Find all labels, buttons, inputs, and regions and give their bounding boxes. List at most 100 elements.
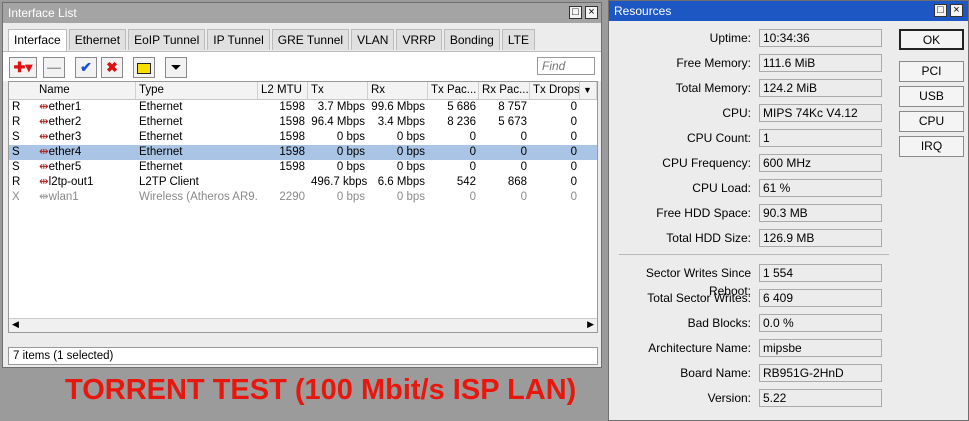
cell-txp: 0 xyxy=(469,161,476,173)
cell-flag: S xyxy=(12,161,20,173)
usb-button[interactable]: USB xyxy=(899,86,964,107)
table-row[interactable]: S ⇹ether5 Ethernet 1598 0 bps 0 bps 0 0 0 xyxy=(9,160,597,175)
cell-tx: 0 bps xyxy=(336,146,365,158)
cell-mtu: 1598 xyxy=(279,101,305,113)
cell-txp: 542 xyxy=(456,176,476,188)
resource-label: Free Memory: xyxy=(676,56,751,70)
cross-icon: ✖ xyxy=(106,59,118,75)
col-rx-packets[interactable]: Rx Pac... xyxy=(479,82,530,99)
tab-ethernet[interactable]: Ethernet xyxy=(68,29,127,50)
resource-label: Total Sector Writes: xyxy=(647,291,751,305)
interface-list-titlebar[interactable]: Interface List xyxy=(3,3,601,23)
interface-name: ether3 xyxy=(48,131,82,143)
tab-lte[interactable]: LTE xyxy=(501,29,535,50)
cell-txd: 0 xyxy=(570,161,577,173)
disable-button[interactable]: ✖ xyxy=(101,57,123,78)
comment-button[interactable] xyxy=(133,57,155,78)
cell-txp: 0 xyxy=(469,146,476,158)
column-menu-icon[interactable]: ▼ xyxy=(580,82,597,99)
tab-vlan[interactable]: VLAN xyxy=(351,29,395,50)
filter-button[interactable]: ⏷ xyxy=(165,57,187,78)
interface-name: ether2 xyxy=(48,116,82,128)
close-icon[interactable]: × xyxy=(585,6,598,19)
cell-mtu: 1598 xyxy=(279,116,305,128)
horizontal-scrollbar[interactable]: ◀ ▶ xyxy=(9,318,597,332)
tab-vrrp[interactable]: VRRP xyxy=(396,29,442,50)
col-l2mtu[interactable]: L2 MTU xyxy=(258,82,308,99)
col-tx-packets[interactable]: Tx Pac... xyxy=(428,82,479,99)
toolbar: ✚▾ — ✔ ✖ ⏷ xyxy=(3,51,601,81)
cell-txp: 0 xyxy=(469,131,476,143)
tab-bar: Interface Ethernet EoIP Tunnel IP Tunnel… xyxy=(8,29,537,52)
cell-type: Ethernet xyxy=(139,161,183,173)
col-tx[interactable]: Tx xyxy=(308,82,368,99)
resource-label: Architecture Name: xyxy=(648,341,751,355)
close-icon[interactable]: × xyxy=(950,4,963,17)
resource-label: Bad Blocks: xyxy=(687,316,751,330)
tab-bonding[interactable]: Bonding xyxy=(443,29,500,50)
resource-label: Version: xyxy=(707,391,751,405)
col-name[interactable]: Name xyxy=(36,82,136,99)
resource-label: Total Memory: xyxy=(675,81,751,95)
table-header: Name Type L2 MTU Tx Rx Tx Pac... Rx Pac.… xyxy=(9,82,597,100)
cell-mtu: 1598 xyxy=(279,161,305,173)
col-tx-drops[interactable]: Tx Drops xyxy=(530,82,580,99)
table-row[interactable]: R ⇹l2tp-out1 L2TP Client 496.7 kbps 6.6 Mbps… xyxy=(9,175,597,190)
remove-button[interactable]: — xyxy=(43,57,65,78)
resource-label: Uptime: xyxy=(709,31,751,45)
find-input[interactable] xyxy=(537,57,595,75)
resource-value: mipsbe xyxy=(759,339,882,357)
tab-gre-tunnel[interactable]: GRE Tunnel xyxy=(271,29,350,50)
tab-ip-tunnel[interactable]: IP Tunnel xyxy=(207,29,270,50)
cell-rxp: 0 xyxy=(520,146,527,158)
irq-button[interactable]: IRQ xyxy=(899,136,964,157)
resource-label: CPU Frequency: xyxy=(662,156,751,170)
interface-list-window: Interface List □ × Interface Ethernet Eo… xyxy=(2,2,602,368)
cell-rxp: 5 673 xyxy=(498,116,527,128)
cpu-button[interactable]: CPU xyxy=(899,111,964,132)
col-rx[interactable]: Rx xyxy=(368,82,428,99)
cell-mtu: 2290 xyxy=(279,191,305,203)
maximize-icon[interactable]: □ xyxy=(569,6,582,19)
ok-button[interactable]: OK xyxy=(899,29,964,50)
cell-tx: 96.4 Mbps xyxy=(311,116,365,128)
table-row[interactable]: R ⇹ether2 Ethernet 1598 96.4 Mbps 3.4 Mbps 8 2… xyxy=(9,115,597,130)
status-bar: 7 items (1 selected) xyxy=(8,347,598,365)
scroll-right-icon[interactable]: ▶ xyxy=(587,319,594,330)
cell-rxp: 868 xyxy=(507,176,527,188)
col-type[interactable]: Type xyxy=(136,82,258,99)
resource-label: Total HDD Size: xyxy=(666,231,751,245)
scroll-left-icon[interactable]: ◀ xyxy=(12,319,19,330)
cell-type: L2TP Client xyxy=(139,176,199,188)
cell-txp: 5 686 xyxy=(447,101,476,113)
pci-button[interactable]: PCI xyxy=(899,61,964,82)
resources-window: Resources □ × Uptime: 10:34:36 Free Memory… xyxy=(608,0,969,421)
resource-label: CPU Load: xyxy=(692,181,751,195)
resources-titlebar[interactable]: Resources xyxy=(609,1,968,21)
enable-button[interactable]: ✔ xyxy=(75,57,97,78)
interface-name-cell: ⇹ether3 xyxy=(36,130,136,145)
tab-interface[interactable]: Interface xyxy=(8,29,67,52)
resource-label: Free HDD Space: xyxy=(656,206,751,220)
comment-icon xyxy=(137,63,151,74)
tab-eoip-tunnel[interactable]: EoIP Tunnel xyxy=(128,29,206,50)
cell-rx: 0 bps xyxy=(396,191,425,203)
table-row[interactable]: X ⇹wlan1 Wireless (Atheros AR9... 2290 0 bps… xyxy=(9,190,597,205)
table-row[interactable]: S ⇹ether3 Ethernet 1598 0 bps 0 bps 0 0 0 xyxy=(9,130,597,145)
resource-value: 0.0 % xyxy=(759,314,882,332)
cell-rx: 6.6 Mbps xyxy=(377,176,425,188)
cell-rxp: 8 757 xyxy=(498,101,527,113)
add-button[interactable]: ✚▾ xyxy=(9,57,37,78)
filter-icon: ⏷ xyxy=(171,60,181,74)
cell-type: Ethernet xyxy=(139,116,183,128)
cell-rx: 0 bps xyxy=(396,146,425,158)
resource-value: 61 % xyxy=(759,179,882,197)
cell-txd: 0 xyxy=(570,176,577,188)
interface-name: wlan1 xyxy=(48,191,79,203)
maximize-icon[interactable]: □ xyxy=(934,4,947,17)
table-row[interactable]: S ⇹ether4 Ethernet 1598 0 bps 0 bps 0 0 0 xyxy=(9,145,597,160)
cell-rx: 0 bps xyxy=(396,161,425,173)
resource-value: 126.9 MB xyxy=(759,229,882,247)
interface-name-cell: ⇹ether2 xyxy=(36,115,136,130)
table-row[interactable]: R ⇹ether1 Ethernet 1598 3.7 Mbps 99.6 Mbps 5 6… xyxy=(9,100,597,115)
